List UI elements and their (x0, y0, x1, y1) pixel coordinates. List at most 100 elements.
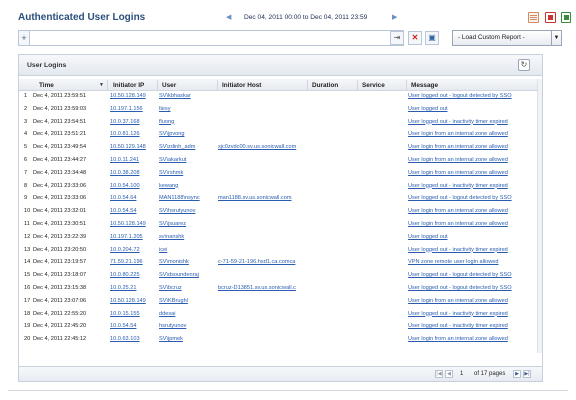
initiator-host-link[interactable]: man1188.sv.us.sonicwall.com (218, 193, 309, 203)
initiator-host-link[interactable]: bcruz-D13851.sv.us.sonicwall.c (218, 283, 309, 293)
message-link[interactable]: User logged out - inactivity timer expir… (408, 117, 533, 127)
user-link[interactable]: fluong (159, 117, 217, 127)
initiator-ip-link[interactable]: 10.197.1.156 (110, 104, 162, 114)
initiator-ip-link[interactable]: 10.0.11.241 (110, 155, 162, 165)
message-link[interactable]: User login from an internal zone allowed (408, 206, 533, 216)
initiator-ip-link[interactable]: 10.50.129.148 (110, 142, 162, 152)
table-row[interactable]: 5 Dec 4, 2011 23:49:54 10.50.129.148 SV\zdi… (19, 142, 539, 152)
table-row[interactable]: 1 Dec 4, 2011 23:59:51 10.50.128.149 SV\kbh… (19, 91, 539, 101)
clear-filter-button[interactable]: ✕ (408, 31, 422, 45)
user-link[interactable]: SV\hsrutyunov (159, 206, 217, 216)
user-link[interactable]: icei (159, 245, 217, 255)
initiator-ip-link[interactable]: 10.0.37.168 (110, 117, 162, 127)
user-link[interactable]: SV\jsuarez (159, 219, 217, 229)
table-row[interactable]: 14 Dec 4, 2011 23:19:57 71.59.21.196 SV\mon… (19, 257, 539, 267)
table-row[interactable]: 6 Dec 4, 2011 23:44:27 10.0.11.241 SV\akark… (19, 155, 539, 165)
load-custom-report-select[interactable]: - Load Custom Report - ▼ (452, 30, 562, 46)
prev-date-arrow[interactable]: ◀ (226, 13, 231, 21)
table-row[interactable]: 15 Dec 4, 2011 23:18:07 10.0.80.225 SV\dsou… (19, 270, 539, 280)
message-link[interactable]: User logged out - logout detected by SSO (408, 283, 533, 293)
initiator-ip-link[interactable]: 10.50.128.149 (110, 296, 162, 306)
message-link[interactable]: User login from an internal zone allowed (408, 142, 533, 152)
column-header-message[interactable]: Message (411, 82, 438, 89)
user-link[interactable]: SV\rshmk (159, 168, 217, 178)
initiator-ip-link[interactable]: 10.0.38.208 (110, 168, 162, 178)
message-link[interactable]: User logged out - inactivity timer expir… (408, 321, 533, 331)
user-link[interactable]: SV\bcruz (159, 283, 217, 293)
message-link[interactable]: User login from an internal zone allowed (408, 129, 533, 139)
table-row[interactable]: 2 Dec 4, 2011 23:59:03 10.197.1.156 tlesy Us… (19, 104, 539, 114)
sort-desc-icon[interactable]: ▼ (99, 82, 104, 88)
last-page-button[interactable]: ▶| (523, 370, 531, 378)
table-row[interactable]: 10 Dec 4, 2011 23:32:01 10.0.54.54 SV\hsrut… (19, 206, 539, 216)
initiator-host-link[interactable]: c-71-59-21-196.hsd1.ca.comca (218, 257, 309, 267)
column-header-user[interactable]: User (162, 82, 176, 89)
message-link[interactable]: User logged out - logout detected by SSO (408, 91, 533, 101)
message-link[interactable]: User logged out (408, 232, 533, 242)
user-link[interactable]: SV\kbhaskar (159, 91, 217, 101)
message-link[interactable]: User login from an internal zone allowed (408, 155, 533, 165)
user-link[interactable]: hsrutyunov (159, 321, 217, 331)
initiator-ip-link[interactable]: 10.0.204.72 (110, 245, 162, 255)
table-row[interactable]: 17 Dec 4, 2011 23:07:06 10.50.128.149 SV\KB… (19, 296, 539, 306)
table-view-icon[interactable] (528, 12, 539, 23)
initiator-ip-link[interactable]: 10.0.63.103 (110, 334, 162, 344)
initiator-ip-link[interactable]: 10.50.128.149 (110, 91, 162, 101)
user-link[interactable]: ddesai (159, 309, 217, 319)
user-link[interactable]: SV\monishk (159, 257, 217, 267)
save-report-icon[interactable]: ▣ (425, 31, 439, 45)
message-link[interactable]: User logged out - inactivity timer expir… (408, 245, 533, 255)
initiator-ip-link[interactable]: 10.0.25.21 (110, 283, 162, 293)
table-row[interactable]: 13 Dec 4, 2011 23:20:50 10.0.204.72 icei Use… (19, 245, 539, 255)
table-row[interactable]: 7 Dec 4, 2011 23:34:48 10.0.38.208 SV\rshmk… (19, 168, 539, 178)
user-link[interactable]: SV\jpvong (159, 129, 217, 139)
initiator-ip-link[interactable]: 10.0.81.126 (110, 129, 162, 139)
message-link[interactable]: User login from an internal zone allowed (408, 168, 533, 178)
table-row[interactable]: 18 Dec 4, 2011 22:55:20 10.0.15.155 ddesai U… (19, 309, 539, 319)
user-link[interactable]: SV\akarkut (159, 155, 217, 165)
initiator-host-link[interactable]: sjc0zvdc00.sv.us.sonicwall.com (218, 142, 309, 152)
next-date-arrow[interactable]: ▶ (392, 13, 397, 21)
user-link[interactable]: SV\zdinh_adm (159, 142, 217, 152)
message-link[interactable]: User logged out - logout detected by SSO (408, 193, 533, 203)
message-link[interactable]: User login from an internal zone allowed (408, 334, 533, 344)
user-link[interactable]: SV\dsoundenraj (159, 270, 217, 280)
apply-filter-button[interactable]: ⇥ (390, 31, 404, 45)
message-link[interactable]: User logged out - inactivity timer expir… (408, 181, 533, 191)
table-row[interactable]: 4 Dec 4, 2011 23:51:21 10.0.81.126 SV\jpvon… (19, 129, 539, 139)
add-filter-button[interactable]: + (18, 30, 30, 46)
next-page-button[interactable]: ▶ (513, 370, 521, 378)
message-link[interactable]: User logged out - inactivity timer expir… (408, 309, 533, 319)
initiator-ip-link[interactable]: 10.197.1.205 (110, 232, 162, 242)
date-range-label[interactable]: Dec 04, 2011 00:00 to Dec 04, 2011 23:59 (244, 14, 367, 21)
initiator-ip-link[interactable]: 10.0.15.155 (110, 309, 162, 319)
message-link[interactable]: User logged out (408, 104, 533, 114)
column-header-time[interactable]: Time (39, 82, 54, 89)
vertical-scrollbar[interactable] (537, 79, 542, 353)
filter-input[interactable] (30, 30, 404, 46)
table-row[interactable]: 8 Dec 4, 2011 23:33:06 10.0.54.100 kewang Us… (19, 181, 539, 191)
message-link[interactable]: User login from an internal zone allowed (408, 219, 533, 229)
chevron-down-icon[interactable]: ▼ (551, 31, 561, 45)
user-link[interactable]: kewang (159, 181, 217, 191)
refresh-icon[interactable]: ↻ (518, 59, 530, 71)
table-row[interactable]: 19 Dec 4, 2011 22:45:20 10.0.54.54 hsrutyun… (19, 321, 539, 331)
table-row[interactable]: 9 Dec 4, 2011 23:33:06 10.0.54.64 MAN1188\n… (19, 193, 539, 203)
user-link[interactable]: MAN1188\nsync (159, 193, 217, 203)
initiator-ip-link[interactable]: 10.0.80.225 (110, 270, 162, 280)
initiator-ip-link[interactable]: 10.50.128.149 (110, 219, 162, 229)
column-header-initiator-ip[interactable]: Initiator IP (113, 82, 144, 89)
table-row[interactable]: 11 Dec 4, 2011 23:30:51 10.50.128.149 SV\js… (19, 219, 539, 229)
table-row[interactable]: 3 Dec 4, 2011 23:54:51 10.0.37.168 fluong Us… (19, 117, 539, 127)
initiator-ip-link[interactable]: 10.0.54.54 (110, 206, 162, 216)
initiator-ip-link[interactable]: 71.59.21.196 (110, 257, 162, 267)
user-link[interactable]: tlesy (159, 104, 217, 114)
initiator-ip-link[interactable]: 10.0.54.100 (110, 181, 162, 191)
initiator-ip-link[interactable]: 10.0.54.64 (110, 193, 162, 203)
first-page-button[interactable]: |◀ (435, 370, 443, 378)
table-row[interactable]: 20 Dec 4, 2011 22:45:12 10.0.63.103 SV\jpme… (19, 334, 539, 344)
table-row[interactable]: 12 Dec 4, 2011 23:22:39 10.197.1.205 sv\nan… (19, 232, 539, 242)
column-header-service[interactable]: Service (362, 82, 385, 89)
user-link[interactable]: SV\KBrughl (159, 296, 217, 306)
message-link[interactable]: User logged out - logout detected by SSO (408, 270, 533, 280)
